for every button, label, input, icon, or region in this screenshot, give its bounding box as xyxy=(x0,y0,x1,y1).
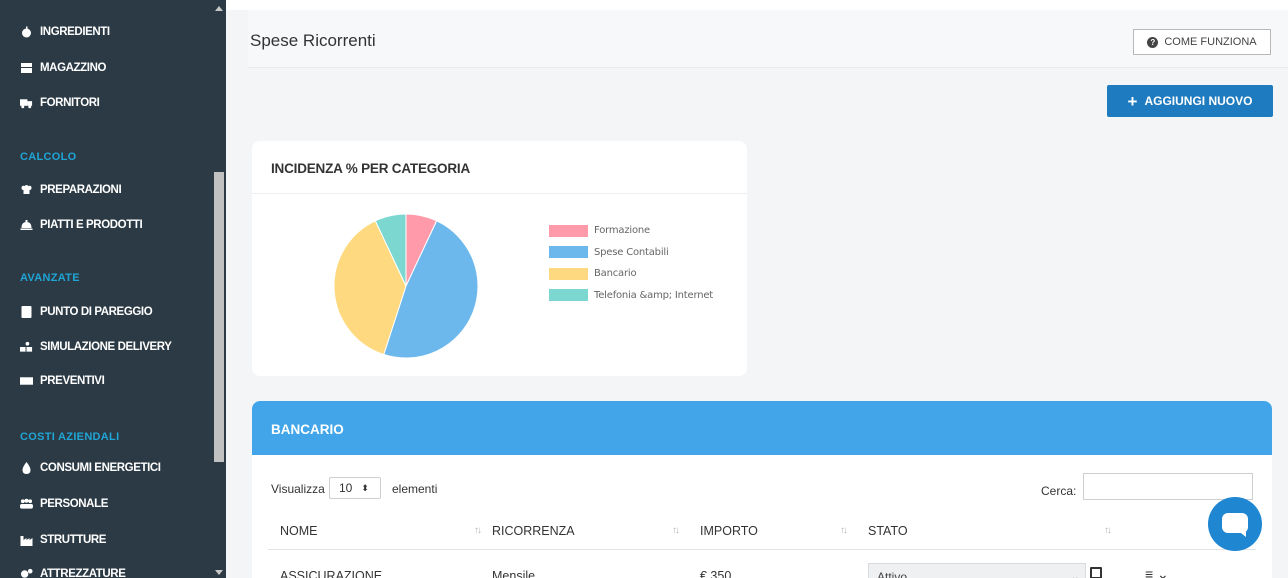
legend-swatch xyxy=(549,289,588,302)
table-card-header: BANCARIO xyxy=(252,401,1272,455)
legend-item[interactable]: Formazione xyxy=(549,220,713,242)
legend-swatch xyxy=(549,267,588,280)
show-entries-suffix: elementi xyxy=(392,482,438,496)
column-header-ricorrenza[interactable]: RICORRENZA xyxy=(492,524,575,538)
sidebar-item-label: FORNITORI xyxy=(40,97,100,109)
page-title: Spese Ricorrenti xyxy=(250,31,376,50)
page-length-select[interactable]: 10 ⬍ xyxy=(329,477,381,499)
section-heading-calcolo: CALCOLO xyxy=(20,151,77,163)
cell-ricorrenza: Mensile xyxy=(492,569,536,578)
boxes-icon xyxy=(21,63,32,73)
sidebar-item-label: PERSONALE xyxy=(40,498,108,510)
cogs-icon xyxy=(20,568,33,578)
sidebar-item-label: PREVENTIVI xyxy=(40,375,105,387)
sidebar-item-piatti-e-prodotti[interactable]: PIATTI E PRODOTTI xyxy=(20,215,143,235)
chart-card: INCIDENZA % PER CATEGORIA Formazione Spes… xyxy=(252,141,747,376)
page-header xyxy=(248,10,1288,68)
legend-label: Telefonia &amp; Internet xyxy=(594,289,714,301)
sidebar-item-label: PREPARAZIONI xyxy=(40,184,122,196)
search-input[interactable] xyxy=(1083,473,1253,500)
chef-hat-icon xyxy=(21,185,32,194)
legend-item[interactable]: Bancario xyxy=(549,263,713,285)
chat-button[interactable] xyxy=(1208,497,1262,551)
legend-label: Bancario xyxy=(594,268,637,280)
section-heading-avanzate: AVANZATE xyxy=(20,272,80,284)
sidebar-item-attrezzature[interactable]: ATTREZZATURE xyxy=(20,564,126,578)
legend-swatch xyxy=(549,246,588,259)
sidebar-item-strutture[interactable]: STRUTTURE xyxy=(20,530,106,550)
sort-icon[interactable]: ↑↓ xyxy=(840,525,848,536)
sidebar-item-label: PUNTO DI PAREGGIO xyxy=(40,306,153,318)
column-header-nome[interactable]: NOME xyxy=(280,524,318,538)
delivery-icon xyxy=(20,341,33,352)
legend-swatch xyxy=(549,224,588,237)
section-heading-costi-aziendali: COSTI AZIENDALI xyxy=(20,431,120,443)
plus-icon: + xyxy=(1127,91,1138,111)
sidebar-item-label: ATTREZZATURE xyxy=(40,568,126,578)
table-card: BANCARIO Visualizza 10 ⬍ elementi Cerca:… xyxy=(252,401,1272,578)
sidebar-item-personale[interactable]: PERSONALE xyxy=(20,494,108,514)
money-icon xyxy=(20,377,33,385)
chart-legend: Formazione Spese Contabili Bancario Telefon… xyxy=(549,220,713,306)
sidebar-item-magazzino[interactable]: MAGAZZINO xyxy=(20,58,106,78)
how-it-works-button[interactable]: ? COME FUNZIONA xyxy=(1133,29,1271,55)
question-circle-icon: ? xyxy=(1147,36,1159,48)
column-header-importo[interactable]: IMPORTO xyxy=(700,524,758,538)
select-arrows-icon: ⬍ xyxy=(361,482,369,493)
legend-label: Formazione xyxy=(594,225,650,237)
sidebar-item-consumi-energetici[interactable]: CONSUMI ENERGETICI xyxy=(20,458,161,478)
sidebar-item-simulazione-delivery[interactable]: SIMULAZIONE DELIVERY xyxy=(20,337,172,357)
sidebar-item-label: SIMULAZIONE DELIVERY xyxy=(40,341,172,353)
legend-item[interactable]: Spese Contabili xyxy=(549,242,713,264)
top-strip xyxy=(226,0,1288,10)
sidebar-scrollbar[interactable] xyxy=(212,0,226,578)
sidebar-item-punto-di-pareggio[interactable]: PUNTO DI PAREGGIO xyxy=(20,302,153,322)
sidebar-item-preventivi[interactable]: PREVENTIVI xyxy=(20,371,105,391)
row-menu-icon[interactable]: ≡ ⌄ xyxy=(1145,566,1169,578)
sidebar-item-label: MAGAZZINO xyxy=(40,62,107,74)
legend-label: Spese Contabili xyxy=(594,246,669,258)
users-icon xyxy=(20,498,33,509)
cell-nome: ASSICURAZIONE xyxy=(280,569,383,578)
add-new-button[interactable]: + AGGIUNGI NUOVO xyxy=(1107,85,1273,117)
calculator-icon xyxy=(21,306,32,318)
status-value: Attivo xyxy=(877,570,908,578)
apple-icon xyxy=(22,26,31,38)
sidebar-item-label: INGREDIENTI xyxy=(40,26,110,38)
scroll-down-arrow-icon[interactable] xyxy=(215,570,223,575)
sort-icon[interactable]: ↑↓ xyxy=(474,525,482,536)
flame-icon xyxy=(22,462,31,474)
industry-icon xyxy=(20,536,33,546)
add-new-label: AGGIUNGI NUOVO xyxy=(1144,94,1253,108)
search-label: Cerca: xyxy=(1041,484,1077,498)
status-select[interactable]: Attivo xyxy=(868,563,1086,578)
sidebar-item-ingredienti[interactable]: INGREDIENTI xyxy=(20,22,110,42)
how-it-works-label: COME FUNZIONA xyxy=(1164,36,1257,48)
chevron-down-icon[interactable]: ⌄ xyxy=(1070,570,1080,578)
sidebar-item-preparazioni[interactable]: PREPARAZIONI xyxy=(20,180,122,200)
show-entries-label: Visualizza xyxy=(271,482,325,496)
page-length-value: 10 xyxy=(339,481,353,495)
scroll-up-arrow-icon[interactable] xyxy=(215,6,223,11)
chat-bubble-tail xyxy=(1237,530,1246,537)
table-card-title: BANCARIO xyxy=(271,422,344,437)
sidebar-item-label: PIATTI E PRODOTTI xyxy=(40,219,143,231)
sidebar-item-label: STRUTTURE xyxy=(40,534,107,546)
save-icon[interactable] xyxy=(1090,567,1102,578)
sort-icon[interactable]: ↑↓ xyxy=(1104,525,1112,536)
column-header-stato[interactable]: STATO xyxy=(868,524,908,538)
truck-icon xyxy=(20,99,33,109)
header-divider xyxy=(268,549,1256,550)
cell-importo: € 350 xyxy=(700,569,732,578)
scrollbar-thumb[interactable] xyxy=(214,172,224,462)
sidebar: INGREDIENTI MAGAZZINO FORNITORI CALCOLO … xyxy=(0,0,226,578)
sort-icon[interactable]: ↑↓ xyxy=(672,525,680,536)
sidebar-item-label: CONSUMI ENERGETICI xyxy=(40,462,161,474)
legend-item[interactable]: Telefonia &amp; Internet xyxy=(549,285,713,307)
cloche-icon xyxy=(20,220,33,230)
sidebar-item-fornitori[interactable]: FORNITORI xyxy=(20,93,100,113)
